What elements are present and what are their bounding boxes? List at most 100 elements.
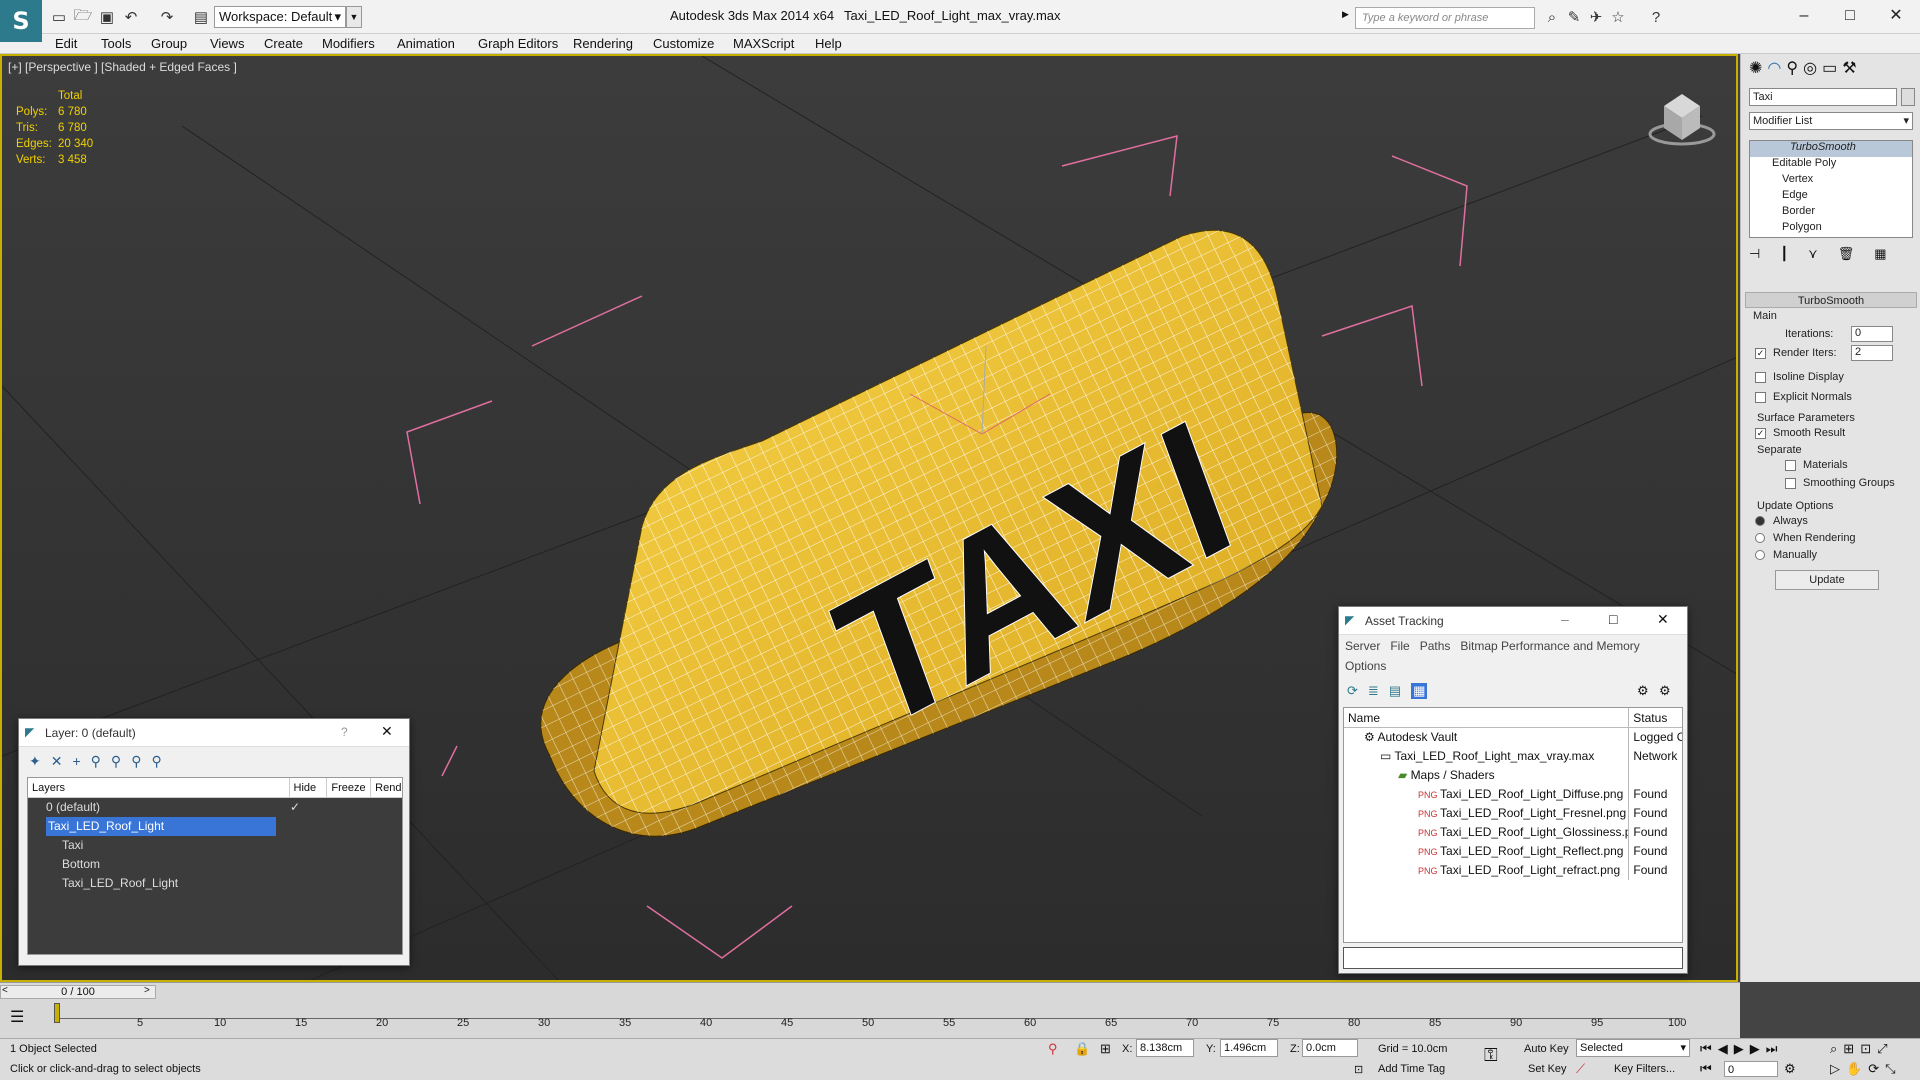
render-iters-spinner[interactable]: 2 (1851, 345, 1893, 361)
always-radio[interactable] (1755, 516, 1765, 526)
search-input[interactable]: Type a keyword or phrase (1355, 7, 1535, 29)
modifier-list-dropdown[interactable]: Modifier List ▾ (1749, 112, 1913, 130)
undo-icon[interactable]: ↶ (120, 7, 142, 27)
render-iters-checkbox[interactable]: ✓ (1755, 348, 1766, 359)
subscription-icon[interactable]: ✎ (1563, 7, 1585, 27)
menu-modifiers[interactable]: Modifiers (322, 34, 375, 54)
stack-editable-poly[interactable]: Editable Poly (1750, 157, 1912, 173)
zoom-all-icon[interactable]: ⊞ (1843, 1041, 1854, 1057)
menu-animation[interactable]: Animation (397, 34, 455, 54)
search-expand-icon[interactable]: ▶ (1342, 9, 1349, 20)
current-frame-field[interactable]: 0 (1724, 1061, 1778, 1077)
redo-icon[interactable]: ↷ (156, 7, 178, 27)
absolute-mode-icon[interactable]: ⊞ (1100, 1041, 1111, 1057)
asset-settings-icon[interactable]: ⚙ (1659, 683, 1671, 699)
key-mode-toggle-icon[interactable]: ⏮ (1700, 1061, 1712, 1077)
asset-row[interactable]: PNG Taxi_LED_Roof_Light_Fresnel.png Found (1344, 804, 1682, 823)
asset-menu-options[interactable]: Options (1345, 659, 1386, 673)
hierarchy-tab-icon[interactable]: ⚲ (1786, 58, 1798, 82)
layer-dialog-close-icon[interactable]: ✕ (381, 723, 393, 740)
stack-turbosmooth[interactable]: TurboSmooth (1750, 141, 1912, 157)
display-tab-icon[interactable]: ▭ (1822, 58, 1837, 82)
menu-create[interactable]: Create (264, 34, 303, 54)
set-key-mode-icon[interactable]: ⚿ (1484, 1045, 1498, 1066)
open-file-icon[interactable]: 🗁 (72, 7, 94, 27)
asset-row[interactable]: ▰ Maps / Shaders (1344, 766, 1682, 785)
motion-tab-icon[interactable]: ◎ (1803, 58, 1817, 82)
layer-row[interactable]: Taxi_LED_Roof_Light (28, 817, 402, 836)
asset-row[interactable]: PNG Taxi_LED_Roof_Light_refract.png Found (1344, 861, 1682, 880)
asset-row[interactable]: ▭ Taxi_LED_Roof_Light_max_vray.max Networ… (1344, 747, 1682, 766)
asset-menu-server[interactable]: Server (1345, 639, 1380, 653)
manually-radio[interactable] (1755, 550, 1765, 560)
menu-maxscript[interactable]: MAXScript (733, 34, 794, 54)
field-of-view-icon[interactable]: ▷ (1830, 1061, 1840, 1077)
set-key-button[interactable]: Set Key (1528, 1063, 1567, 1075)
refresh-icon[interactable]: ⟳ (1347, 683, 1358, 699)
layer-row[interactable]: 0 (default) ✓ (28, 798, 402, 817)
modify-tab-icon[interactable]: ◠ (1767, 58, 1781, 82)
asset-row[interactable]: PNG Taxi_LED_Roof_Light_Diffuse.png Found (1344, 785, 1682, 804)
delete-layer-icon[interactable]: ✕ (51, 753, 63, 770)
hide-all-layers-icon[interactable]: ⚲ (131, 753, 141, 770)
materials-checkbox[interactable] (1785, 460, 1796, 471)
configure-sets-icon[interactable]: ▦ (1874, 246, 1886, 264)
mini-curve-editor-icon[interactable]: ☰ (10, 1007, 24, 1027)
asset-minimize-icon[interactable]: – (1561, 611, 1569, 627)
object-color-swatch[interactable] (1901, 88, 1915, 106)
list-view-icon[interactable]: ≣ (1368, 683, 1379, 699)
time-prev-icon[interactable]: < (2, 985, 8, 996)
zoom-extents-icon[interactable]: ⊡ (1860, 1041, 1871, 1057)
asset-row[interactable]: ⚙ Autodesk Vault Logged O (1344, 728, 1682, 747)
add-to-layer-icon[interactable]: + (72, 753, 80, 770)
go-to-start-icon[interactable]: ⏮ (1700, 1041, 1712, 1057)
asset-help-icon[interactable]: ⚙ (1637, 683, 1649, 699)
stack-edge[interactable]: Edge (1750, 189, 1912, 205)
rollout-turbosmooth[interactable]: TurboSmooth (1745, 292, 1917, 308)
x-coordinate-field[interactable]: 8.138cm (1136, 1039, 1194, 1057)
thumbnail-icon[interactable]: ▤ (1389, 683, 1401, 699)
save-icon[interactable]: ▣ (96, 7, 118, 27)
remove-modifier-icon[interactable]: 🗑 (1838, 246, 1855, 264)
communication-icon[interactable]: ✈ (1585, 7, 1607, 27)
asset-menu-file[interactable]: File (1390, 639, 1409, 653)
select-in-layer-icon[interactable]: ⚲ (91, 753, 101, 770)
asset-close-icon[interactable]: ✕ (1657, 611, 1669, 628)
favorites-icon[interactable]: ☆ (1607, 7, 1629, 27)
new-layer-icon[interactable]: ✦ (29, 753, 41, 770)
previous-frame-icon[interactable]: ◀ (1718, 1041, 1728, 1057)
y-coordinate-field[interactable]: 1.496cm (1220, 1039, 1278, 1057)
workspace-dropdown[interactable]: Workspace: Default ▾ (214, 6, 346, 28)
menu-graph-editors[interactable]: Graph Editors (478, 34, 558, 54)
smooth-result-checkbox[interactable]: ✓ (1755, 428, 1766, 439)
layer-row[interactable]: Bottom (28, 855, 402, 874)
time-slider[interactable]: 0 / 100 (0, 985, 156, 999)
next-frame-icon[interactable]: ▶ (1750, 1041, 1760, 1057)
close-icon[interactable]: ✕ (1874, 4, 1918, 28)
col-name[interactable]: Name (1344, 708, 1628, 727)
highlight-layer-icon[interactable]: ⚲ (111, 753, 121, 770)
menu-help[interactable]: Help (815, 34, 842, 54)
play-icon[interactable]: ▶ (1734, 1041, 1744, 1057)
asset-path-field[interactable] (1343, 947, 1683, 969)
stack-polygon[interactable]: Polygon (1750, 221, 1912, 237)
smoothing-groups-checkbox[interactable] (1785, 478, 1796, 489)
isolate-icon[interactable]: ⚲ (1048, 1041, 1058, 1057)
col-render[interactable]: Render (370, 778, 402, 797)
menu-edit[interactable]: Edit (55, 34, 77, 54)
viewport-label[interactable]: [+] [Perspective ] [Shaded + Edged Faces… (8, 60, 237, 74)
binoculars-icon[interactable]: ⌕ (1541, 7, 1563, 27)
make-unique-icon[interactable]: ⋎ (1808, 246, 1818, 264)
orbit-icon[interactable]: ⟳ (1868, 1061, 1879, 1077)
iterations-spinner[interactable]: 0 (1851, 326, 1893, 342)
pan-icon[interactable]: ✋ (1846, 1061, 1862, 1077)
app-logo-button[interactable]: S (0, 0, 42, 42)
max-toggle-icon[interactable]: ⤡ (1885, 1061, 1895, 1077)
selection-lock-icon[interactable]: 🔒 (1074, 1041, 1090, 1057)
auto-key-button[interactable]: Auto Key (1524, 1043, 1569, 1055)
menu-views[interactable]: Views (210, 34, 244, 54)
project-folder-icon[interactable]: ▤ (190, 7, 212, 27)
minimize-icon[interactable]: – (1782, 4, 1826, 28)
maximize-viewport-icon[interactable]: ⤢ (1877, 1041, 1887, 1057)
layer-row[interactable]: Taxi_LED_Roof_Light (28, 874, 402, 893)
